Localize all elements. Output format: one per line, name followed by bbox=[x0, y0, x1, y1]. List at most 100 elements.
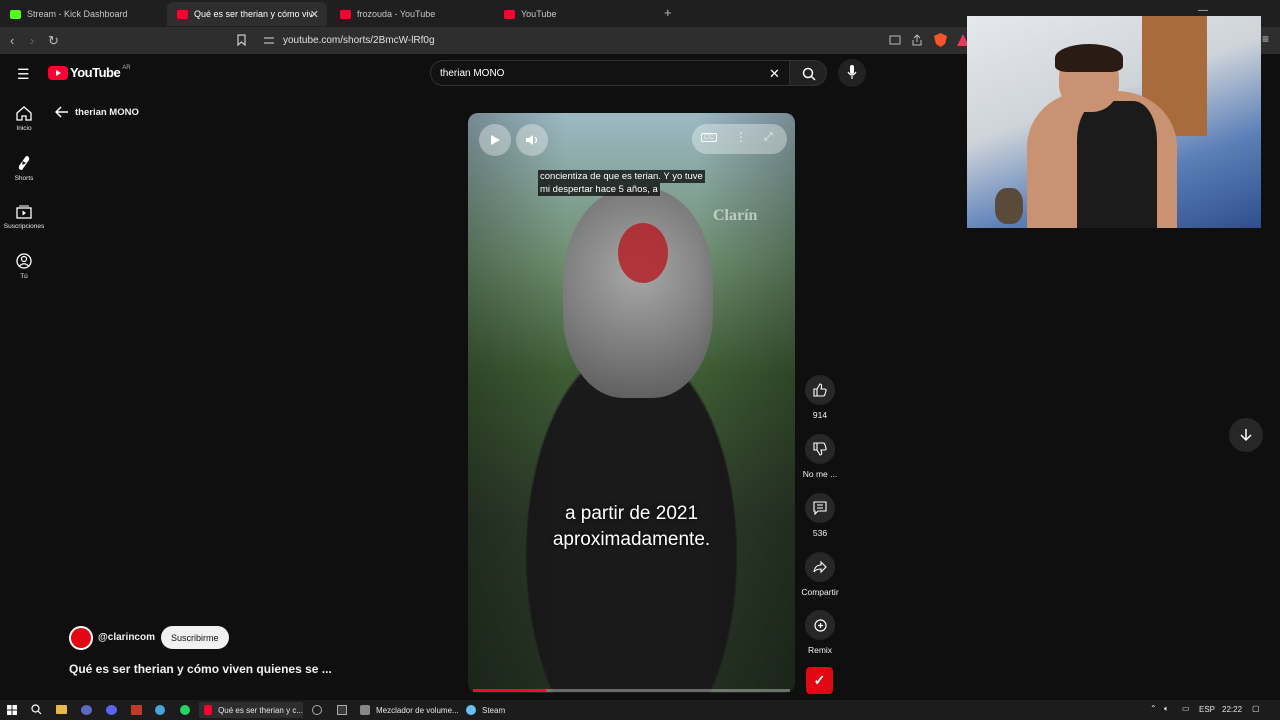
fullscreen-icon[interactable]: ⤢ bbox=[764, 131, 773, 144]
reload-icon[interactable]: ↻ bbox=[48, 33, 59, 49]
search-icon[interactable] bbox=[31, 704, 42, 715]
windows-start-icon[interactable] bbox=[7, 705, 17, 715]
webcam-overlay bbox=[967, 16, 1261, 228]
clarin-watermark: Clarín bbox=[713, 207, 758, 224]
play-button[interactable] bbox=[479, 124, 511, 156]
taskbar-app-label: Steam bbox=[482, 705, 506, 715]
youtube-logo[interactable]: YouTube AR bbox=[48, 65, 131, 80]
video-vignette bbox=[468, 113, 795, 693]
tab-kick-dashboard[interactable]: Stream - Kick Dashboard bbox=[0, 2, 165, 26]
chevron-up-icon[interactable]: ⌃ bbox=[1150, 704, 1157, 713]
sidebar-item-label: Suscripciones bbox=[3, 223, 45, 230]
clear-search-icon[interactable]: ✕ bbox=[769, 66, 780, 82]
forward-icon[interactable]: › bbox=[30, 33, 34, 48]
menu-icon[interactable]: ≡ bbox=[1262, 32, 1269, 46]
comment-count: 536 bbox=[812, 528, 828, 538]
taskbar-app-steam[interactable]: Steam bbox=[466, 702, 505, 718]
tab-title: Stream - Kick Dashboard bbox=[27, 9, 128, 19]
search-input[interactable]: therian MONO ✕ bbox=[430, 60, 790, 86]
channel-avatar[interactable] bbox=[69, 626, 93, 650]
subtitle-line: a partir de 2021 bbox=[564, 503, 699, 524]
back-to-search[interactable]: therian MONO bbox=[55, 106, 139, 118]
thumbs-up-icon bbox=[813, 383, 827, 397]
close-tab-icon[interactable]: ✕ bbox=[310, 8, 319, 21]
volume-icon bbox=[526, 135, 538, 145]
share-button[interactable] bbox=[805, 552, 835, 582]
tab-title: YouTube bbox=[521, 9, 557, 19]
channel-avatar-small[interactable]: ✓ bbox=[806, 667, 833, 694]
closed-captions-icon[interactable]: CC bbox=[701, 133, 718, 142]
bookmark-icon[interactable] bbox=[237, 34, 246, 46]
home-icon bbox=[16, 106, 32, 121]
volume-button[interactable] bbox=[516, 124, 548, 156]
subtitle-line: aproximadamente. bbox=[552, 529, 711, 550]
share-arrow-icon bbox=[813, 560, 827, 574]
tab-title: frozouda - YouTube bbox=[357, 9, 436, 19]
dislike-label: No me ... bbox=[802, 469, 838, 479]
comment-icon bbox=[813, 501, 827, 515]
steam-icon bbox=[466, 705, 476, 715]
webcam-mate-cup bbox=[995, 188, 1023, 224]
sidebar-item-suscripciones[interactable]: Suscripciones bbox=[0, 205, 48, 230]
share-page-icon[interactable] bbox=[911, 34, 923, 46]
remix-button[interactable] bbox=[805, 610, 835, 640]
taskbar-app-volume-mixer[interactable]: Mezclador de volume... bbox=[360, 702, 459, 718]
arrow-left-icon bbox=[55, 106, 68, 118]
discord-icon[interactable] bbox=[106, 705, 117, 715]
back-icon[interactable]: ‹ bbox=[10, 33, 14, 48]
country-code: AR bbox=[122, 64, 131, 71]
search-query-title: therian MONO bbox=[75, 106, 139, 118]
volume-mixer-icon bbox=[360, 705, 370, 715]
next-short-button[interactable] bbox=[1229, 418, 1263, 452]
app-icon[interactable] bbox=[81, 705, 92, 715]
cast-icon[interactable] bbox=[889, 35, 901, 45]
tab-youtube[interactable]: YouTube bbox=[494, 2, 659, 26]
voice-search-button[interactable] bbox=[838, 59, 866, 87]
video-progress-bar[interactable] bbox=[473, 689, 790, 692]
chrome-icon[interactable] bbox=[155, 705, 165, 715]
speaker-icon[interactable]: 🔈︎ bbox=[1164, 704, 1169, 714]
site-settings-icon[interactable] bbox=[264, 36, 274, 45]
sidebar-item-shorts[interactable]: Shorts bbox=[0, 155, 48, 182]
comments-button[interactable] bbox=[805, 493, 835, 523]
language-indicator[interactable]: ESP bbox=[1199, 705, 1215, 714]
dislike-button[interactable] bbox=[805, 434, 835, 464]
brave-shields-icon[interactable] bbox=[934, 33, 947, 47]
obs-icon[interactable] bbox=[312, 705, 322, 715]
windows-taskbar: Qué es ser therian y c... Mezclador de v… bbox=[0, 700, 1280, 720]
network-icon[interactable]: ▭ bbox=[1182, 704, 1190, 713]
search-button[interactable] bbox=[789, 60, 827, 86]
new-tab-button[interactable]: + bbox=[664, 5, 672, 20]
youtube-logo-icon bbox=[48, 65, 68, 80]
webcam-headphones bbox=[1055, 44, 1123, 72]
subscribe-button[interactable]: Suscribirme bbox=[161, 626, 229, 649]
sidebar-item-tu[interactable]: Tú bbox=[0, 253, 48, 280]
hamburger-menu-icon[interactable]: ☰ bbox=[17, 66, 30, 83]
play-icon bbox=[491, 135, 500, 145]
caption-line: mi despertar hace 5 años, a bbox=[538, 183, 660, 196]
arrow-down-icon bbox=[1240, 429, 1252, 442]
more-options-icon[interactable]: ⋮ bbox=[735, 130, 747, 144]
subscriptions-icon bbox=[16, 205, 32, 219]
remix-label: Remix bbox=[807, 645, 833, 655]
you-icon bbox=[16, 253, 32, 269]
notifications-icon[interactable]: ▢ bbox=[1252, 704, 1260, 713]
minimize-icon[interactable]: — bbox=[1198, 5, 1208, 16]
like-button[interactable] bbox=[805, 375, 835, 405]
logo-text: YouTube bbox=[70, 65, 121, 80]
video-title[interactable]: Qué es ser therian y cómo viven quienes … bbox=[69, 662, 332, 676]
short-video-player[interactable]: CC ⋮ ⤢ concientiza de que es terian. Y y… bbox=[468, 113, 795, 693]
tab-frozouda[interactable]: frozouda - YouTube bbox=[330, 2, 495, 26]
taskbar-app-youtube[interactable]: Qué es ser therian y c... bbox=[199, 702, 303, 718]
app-icon[interactable] bbox=[337, 705, 347, 715]
file-explorer-icon[interactable] bbox=[56, 705, 67, 714]
app-icon[interactable] bbox=[131, 705, 142, 715]
tab-therian-video[interactable]: Qué es ser therian y cómo viven ✕ bbox=[167, 2, 327, 26]
whatsapp-icon[interactable] bbox=[180, 705, 190, 715]
clock[interactable]: 22:22 bbox=[1222, 705, 1242, 714]
auto-caption: concientiza de que es terian. Y yo tuve … bbox=[538, 170, 705, 196]
share-label: Compartir bbox=[801, 587, 839, 597]
url-field[interactable]: youtube.com/shorts/2BmcW-lRf0g bbox=[283, 35, 435, 46]
channel-handle[interactable]: @clarincom bbox=[98, 632, 155, 643]
sidebar-item-inicio[interactable]: Inicio bbox=[0, 106, 48, 132]
